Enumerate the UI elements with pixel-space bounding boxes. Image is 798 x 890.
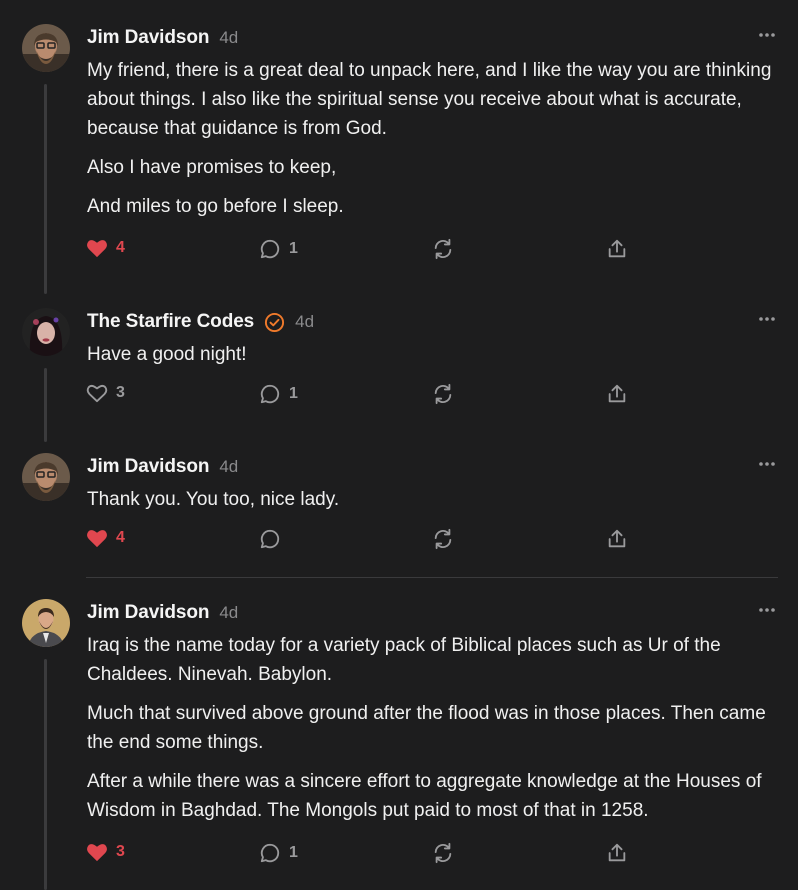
author-name[interactable]: Jim Davidson <box>87 27 209 49</box>
share-button[interactable] <box>606 238 628 260</box>
author-name[interactable]: Jim Davidson <box>87 602 209 624</box>
comment-body: Have a good night! <box>87 340 777 379</box>
share-icon <box>608 239 626 258</box>
heart-icon <box>87 844 107 862</box>
avatar[interactable] <box>22 24 70 72</box>
comment-body: Iraq is the name today for a variety pac… <box>87 631 777 835</box>
restack-button[interactable] <box>432 383 454 405</box>
comment-paragraph: Have a good night! <box>87 344 247 365</box>
share-button[interactable] <box>606 528 628 550</box>
like-button[interactable]: 4 <box>86 528 125 548</box>
timestamp[interactable]: 4d <box>219 603 238 623</box>
author-name[interactable]: Jim Davidson <box>87 456 209 478</box>
like-button[interactable]: 3 <box>86 842 125 862</box>
reply-button[interactable]: 1 <box>259 383 298 405</box>
comment-icon <box>260 843 280 863</box>
avatar[interactable] <box>22 308 70 356</box>
comment-header: Jim Davidson 4d <box>87 601 238 625</box>
reply-button[interactable]: 1 <box>259 238 298 260</box>
more-icon[interactable] <box>756 310 778 328</box>
thread-line <box>44 659 47 890</box>
restack-button[interactable] <box>432 238 454 260</box>
comment-header: Jim Davidson 4d <box>87 26 238 50</box>
thread-divider <box>86 577 778 578</box>
like-count: 4 <box>116 529 125 546</box>
share-icon <box>608 384 626 403</box>
timestamp[interactable]: 4d <box>219 28 238 48</box>
like-button[interactable]: 3 <box>86 383 125 403</box>
restack-button[interactable] <box>432 528 454 550</box>
verified-badge-icon <box>264 312 285 333</box>
comment-paragraph: Thank you. You too, nice lady. <box>87 489 340 510</box>
reply-button[interactable]: 1 <box>259 842 298 864</box>
thread-line <box>44 368 47 442</box>
reply-count: 1 <box>289 240 298 257</box>
share-button[interactable] <box>606 383 628 405</box>
comment-header: The Starfire Codes 4d <box>87 310 314 334</box>
comment-header: Jim Davidson 4d <box>87 455 238 479</box>
restack-icon <box>434 842 452 864</box>
comment-actions: 3 1 <box>86 383 646 407</box>
comment-paragraph: My friend, there is a great deal to unpa… <box>87 60 772 139</box>
comment-actions: 4 <box>86 528 646 552</box>
comment-body: Thank you. You too, nice lady. <box>87 485 777 524</box>
share-icon <box>608 529 626 548</box>
share-button[interactable] <box>606 842 628 864</box>
reply-count: 1 <box>289 844 298 861</box>
heart-icon <box>87 530 107 548</box>
timestamp[interactable]: 4d <box>219 457 238 477</box>
comment-paragraph: And miles to go before I sleep. <box>87 196 344 217</box>
reply-count: 1 <box>289 385 298 402</box>
avatar[interactable] <box>22 599 70 647</box>
share-icon <box>608 843 626 862</box>
comment-paragraph: After a while there was a sincere effort… <box>87 771 762 821</box>
reply-button[interactable] <box>259 528 289 550</box>
like-count: 3 <box>116 384 125 401</box>
author-name[interactable]: The Starfire Codes <box>87 311 254 333</box>
heart-icon <box>87 240 107 258</box>
timestamp[interactable]: 4d <box>295 312 314 332</box>
restack-button[interactable] <box>432 842 454 864</box>
comment-icon <box>260 384 280 404</box>
like-count: 4 <box>116 239 125 256</box>
more-icon[interactable] <box>756 26 778 44</box>
like-button[interactable]: 4 <box>86 238 125 258</box>
comment-icon <box>260 239 280 259</box>
like-count: 3 <box>116 843 125 860</box>
restack-icon <box>434 528 452 550</box>
heart-icon <box>86 384 108 403</box>
comment-actions: 4 1 <box>86 238 646 262</box>
avatar[interactable] <box>22 453 70 501</box>
comment-paragraph: Much that survived above ground after th… <box>87 703 766 753</box>
more-icon[interactable] <box>756 601 778 619</box>
comment-paragraph: Also I have promises to keep, <box>87 157 337 178</box>
comment-icon <box>260 529 280 549</box>
more-icon[interactable] <box>756 455 778 473</box>
restack-icon <box>434 238 452 260</box>
comment-body: My friend, there is a great deal to unpa… <box>87 56 777 231</box>
thread-line <box>44 84 47 294</box>
comment-actions: 3 1 <box>86 842 646 866</box>
restack-icon <box>434 383 452 405</box>
comment-paragraph: Iraq is the name today for a variety pac… <box>87 635 721 685</box>
